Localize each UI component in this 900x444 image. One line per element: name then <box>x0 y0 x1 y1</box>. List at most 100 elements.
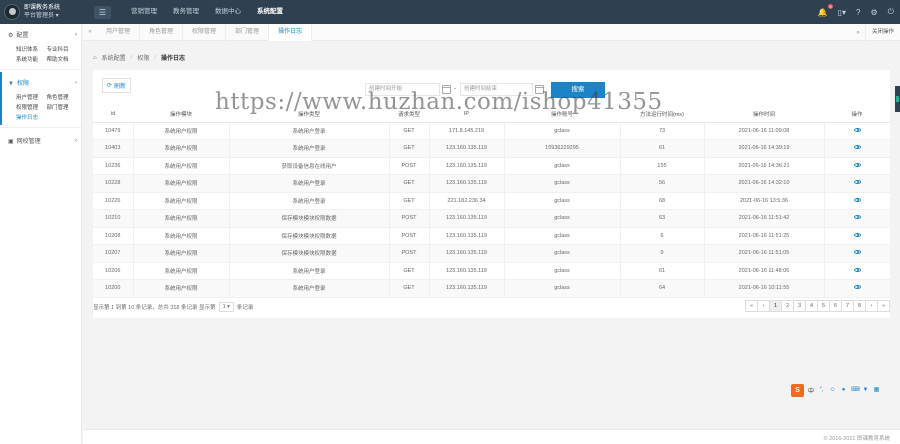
close-tabs-button[interactable]: 关闭操作 <box>864 24 900 41</box>
ime-logo[interactable]: S <box>791 384 804 397</box>
table-cell: 10236 <box>93 157 134 175</box>
mic-icon[interactable]: ● <box>840 387 847 394</box>
eye-icon[interactable] <box>853 215 861 220</box>
nav-item-data-center[interactable]: 数据中心 <box>207 0 249 24</box>
sidebar-section-school: ▣ 网校管理 ‹ <box>0 130 81 155</box>
tab-roles[interactable]: 角色管理 <box>140 23 184 41</box>
table-cell: 系统用户登录 <box>229 192 390 210</box>
calendar-icon[interactable] <box>442 85 451 94</box>
column-header-time[interactable]: 操作时间 <box>704 106 824 123</box>
table-row: 10479 系统用户权限 系统用户登录 GET 171.8.145.219 gclass 7… <box>93 122 890 140</box>
eye-icon[interactable] <box>853 197 861 202</box>
sidebar-head-school[interactable]: ▣ 网校管理 ‹ <box>8 136 77 146</box>
eye-icon[interactable] <box>853 127 861 132</box>
table-cell: GET <box>389 262 430 280</box>
table-cell: 10403 <box>93 139 134 158</box>
sidebar-head-config[interactable]: ⚙ 配置 ‹ <box>8 30 77 40</box>
sidebar-head-permissions[interactable]: ▼ 权限 › <box>8 78 77 88</box>
tab-operation-log[interactable]: 操作日志 <box>269 23 313 41</box>
page-button[interactable]: » <box>877 300 890 312</box>
sidebar-item-operation-log[interactable]: 操作日志 <box>16 113 47 121</box>
ime-toolbar: S 中 °, ☺ ● ⌨ ▼ ▦ <box>791 384 880 397</box>
side-drawer-tab[interactable] <box>895 86 900 112</box>
table-cell: 系统用户权限 <box>133 244 230 263</box>
eye-icon[interactable] <box>853 250 861 255</box>
ime-language-toggle[interactable]: 中 <box>808 386 814 395</box>
table-cell: gclass <box>504 157 621 175</box>
eye-icon[interactable] <box>853 145 861 150</box>
notification-badge: 9 <box>828 3 833 9</box>
breadcrumb-item-permissions[interactable]: 权限 <box>137 53 149 62</box>
sidebar-item-permissions[interactable]: 权限管理 <box>16 103 47 111</box>
nav-item-marketing[interactable]: 营销管理 <box>123 0 165 24</box>
tab-departments[interactable]: 部门管理 <box>226 23 270 41</box>
table-cell: 123.160.135.119 <box>429 174 505 193</box>
eye-icon[interactable] <box>853 162 861 167</box>
menu-icon[interactable]: ▦ <box>873 387 880 394</box>
sidebar-item-knowledge[interactable]: 知识体系 <box>16 45 47 53</box>
shirt-icon[interactable]: ▼ <box>862 387 869 394</box>
table-cell: GET <box>389 174 430 193</box>
top-bar: 即课教务系统 平台管理员 ▾ ☰ 营销管理 教务管理 数据中心 系统配置 🔔 9 … <box>0 0 900 24</box>
avatar[interactable] <box>4 4 20 20</box>
search-button[interactable]: 搜索 <box>551 82 605 98</box>
bell-icon[interactable]: 🔔 9 <box>818 3 833 17</box>
hamburger-icon[interactable]: ☰ <box>94 5 111 19</box>
end-date-input[interactable]: 创建时间结束 <box>460 83 533 96</box>
chevron-left-icon: ‹ <box>75 137 77 144</box>
tab-scroll-right-icon[interactable]: » <box>851 30 865 36</box>
column-header-ip[interactable]: IP <box>429 106 504 123</box>
table-cell: 保存模块模块权限数据 <box>229 227 390 245</box>
table-row: 10226 系统用户权限 系统用户登录 GET 221.182.236.34 gclass… <box>93 192 890 210</box>
start-date-input[interactable]: 创建时间开始 <box>365 83 440 96</box>
table-cell: 10208 <box>93 227 134 245</box>
eye-icon[interactable] <box>853 232 861 237</box>
table-cell: gclass <box>504 209 621 228</box>
column-header-module[interactable]: 操作模块 <box>133 106 229 123</box>
table-cell: gclass <box>504 279 621 298</box>
help-icon[interactable]: ? <box>856 8 860 17</box>
refresh-button[interactable]: ⟳ 刷新 <box>102 78 132 93</box>
sidebar-item-subjects[interactable]: 专业科目 <box>47 45 78 53</box>
eye-icon[interactable] <box>853 180 861 185</box>
copyright: © 2016-2021 即课教育系统 <box>823 436 890 442</box>
column-header-method[interactable]: 请求类型 <box>389 106 429 123</box>
tab-scroll-left-icon[interactable]: « <box>83 29 97 35</box>
tab-strip: « 用户管理 角色管理 权限管理 部门管理 操作日志 » 关闭操作 <box>83 23 900 41</box>
table-cell: POST <box>389 227 430 245</box>
emoji-icon[interactable]: ☺ <box>829 387 836 394</box>
keyboard-icon[interactable]: ⌨ <box>851 387 860 394</box>
log-table: id 操作模块 操作类型 请求类型 IP 操作账号 方法运行时间(ms) 操作时… <box>93 106 890 298</box>
nav-item-academic[interactable]: 教务管理 <box>165 0 207 24</box>
calendar-icon[interactable] <box>535 85 544 94</box>
sidebar-item-system-functions[interactable]: 系统功能 <box>16 55 47 63</box>
footer: © 2016-2021 即课教育系统 <box>83 429 900 444</box>
table-cell-action <box>824 262 890 280</box>
tab-permissions[interactable]: 权限管理 <box>183 23 227 41</box>
eye-icon[interactable] <box>853 285 861 290</box>
sidebar-item-departments[interactable]: 部门管理 <box>47 103 78 111</box>
breadcrumb-item-system-config[interactable]: 系统配置 <box>102 53 126 62</box>
table-cell: 获取设备信息在线用户 <box>229 157 390 175</box>
sidebar-item-roles[interactable]: 角色管理 <box>47 93 78 101</box>
column-header-account[interactable]: 操作账号 <box>504 106 620 123</box>
table-cell: 221.182.236.34 <box>429 192 505 210</box>
table-cell: 系统用户登录 <box>229 174 390 193</box>
power-icon[interactable]: ⏻ <box>888 7 894 17</box>
page-size-select[interactable]: 1 ▾ <box>218 302 234 312</box>
user-menu[interactable]: 平台管理员 ▾ <box>24 12 60 20</box>
sidebar-item-users[interactable]: 用户管理 <box>16 93 47 101</box>
column-header-type[interactable]: 操作类型 <box>229 106 389 123</box>
tab-users[interactable]: 用户管理 <box>97 23 141 41</box>
nav-item-system-config[interactable]: 系统配置 <box>249 0 291 24</box>
phone-icon[interactable]: ▯▾ <box>838 8 846 17</box>
sidebar-item-help-docs[interactable]: 帮助文档 <box>47 55 78 63</box>
table-row: 10208 系统用户权限 保存模块模块权限数据 POST 123.160.135.119… <box>93 227 890 245</box>
table-cell: 123.160.135.119 <box>429 227 505 245</box>
eye-icon[interactable] <box>853 267 861 272</box>
settings-icon[interactable]: ⚙ <box>871 8 878 17</box>
column-header-runtime[interactable]: 方法运行时间(ms) <box>620 106 704 123</box>
column-header-id[interactable]: id <box>93 106 133 123</box>
breadcrumb: ⌂ 系统配置 / 权限 / 操作日志 <box>93 53 186 63</box>
punctuation-icon[interactable]: °, <box>818 387 825 394</box>
